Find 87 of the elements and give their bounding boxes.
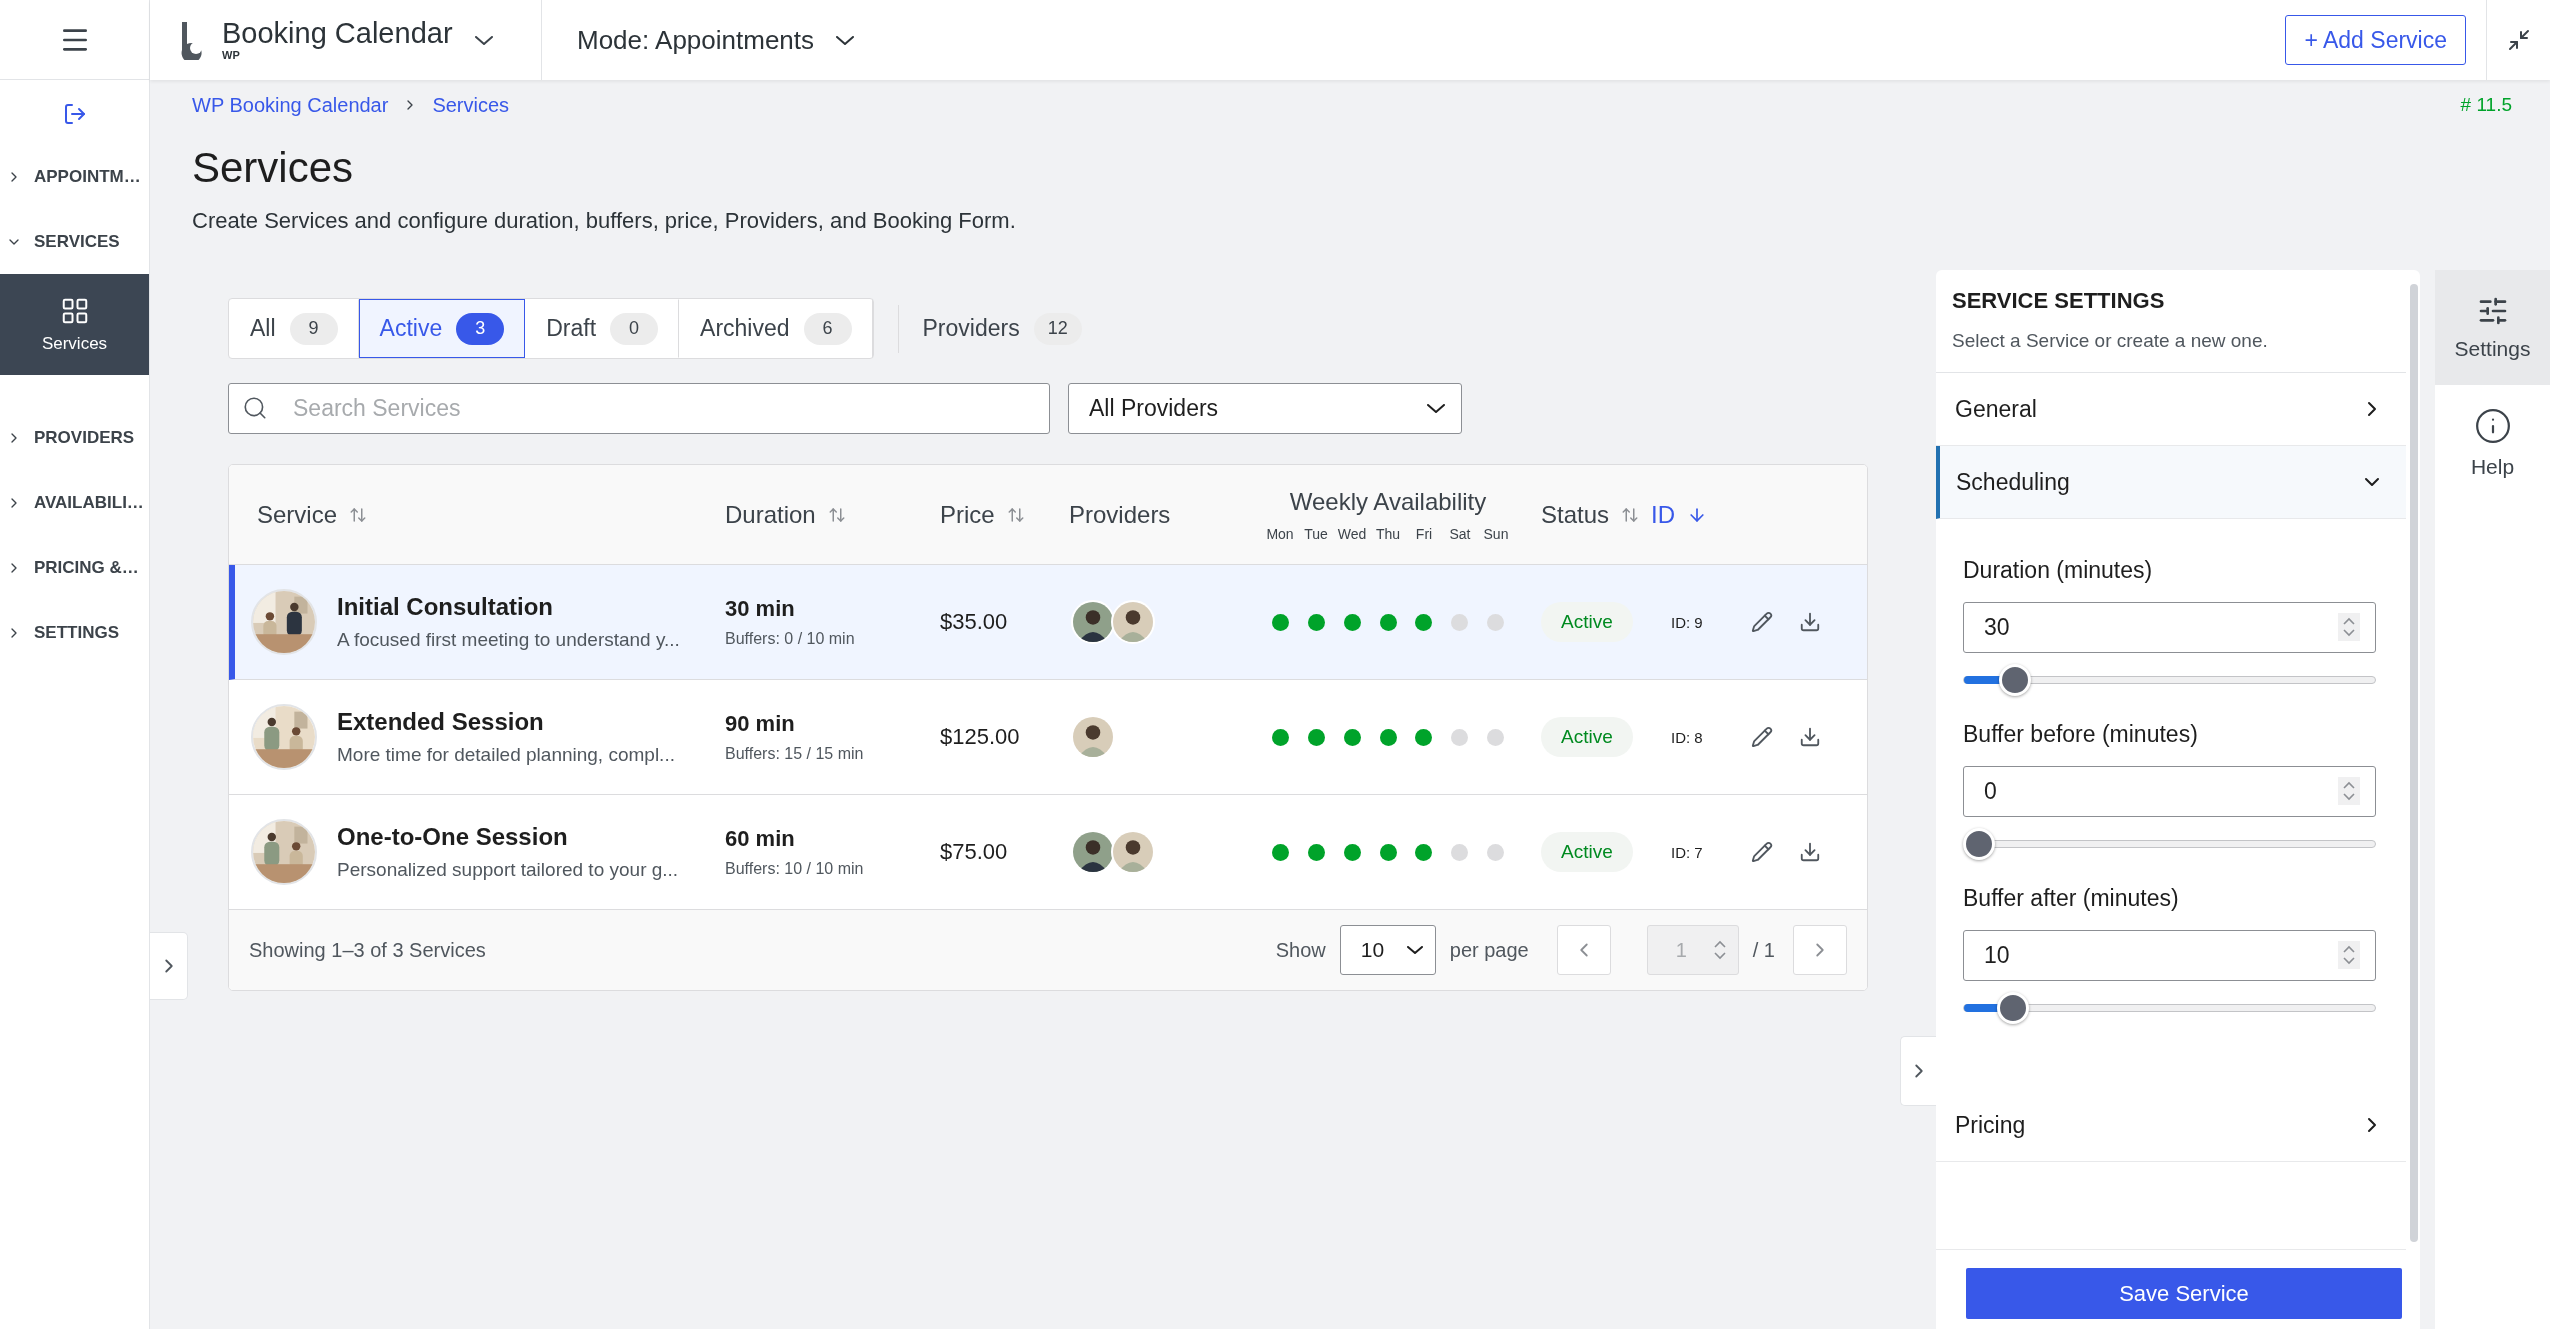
- column-header: Providers: [1069, 500, 1172, 529]
- status-badge: Active: [1541, 832, 1633, 872]
- filter-tab[interactable]: All 9: [229, 299, 359, 358]
- buffers-text: Buffers: 15 / 15 min: [725, 745, 865, 763]
- sidebar-subitem[interactable]: Services: [0, 274, 149, 375]
- sidebar-item-label: AVAILABILI…: [34, 492, 144, 513]
- filter-tab[interactable]: Draft 0: [525, 299, 680, 358]
- service-name: One-to-One Session: [337, 823, 569, 851]
- field-label: Duration (minutes): [1963, 557, 2154, 584]
- page-description: Create Services and configure duration, buffers, price, Providers, and Booking Form.: [192, 208, 1017, 234]
- sidebar-item-label: PROVIDERS: [34, 427, 135, 448]
- status-badge: Active: [1541, 602, 1633, 642]
- service-name: Initial Consultation: [337, 593, 554, 621]
- column-header[interactable]: Price: [940, 500, 1069, 529]
- number-field[interactable]: 10: [1963, 930, 2376, 981]
- app-title: Booking Calendar: [222, 19, 453, 48]
- providers-dropdown[interactable]: All Providers: [1068, 383, 1462, 434]
- filter-tab[interactable]: Archived 6: [679, 299, 873, 358]
- side-tab[interactable]: Settings: [2435, 270, 2550, 385]
- service-description: Personalized support tailored to your g...: [337, 859, 679, 881]
- weekday-label: Sun: [1482, 525, 1510, 542]
- search-field[interactable]: Search Services: [228, 383, 1050, 434]
- app-subtitle: WP: [222, 50, 241, 61]
- per-page-label: per page: [1449, 938, 1529, 962]
- buffers-text: Buffers: 10 / 10 min: [725, 860, 865, 878]
- count-badge: 6: [803, 312, 852, 345]
- id-text: ID: 7: [1671, 843, 1704, 861]
- price-text: $75.00: [940, 839, 1009, 865]
- breadcrumb-link[interactable]: WP Booking Calendar: [192, 93, 389, 117]
- duration-text: 30 min: [725, 596, 796, 622]
- duration-text: 60 min: [725, 826, 796, 852]
- number-field[interactable]: 30: [1963, 602, 2376, 653]
- sidebar-item[interactable]: PROVIDERS: [0, 405, 149, 470]
- version-label: # 11.5: [2460, 94, 2512, 116]
- panel-subtitle: Select a Service or create a new one.: [1952, 330, 2269, 352]
- duration-text: 90 min: [725, 711, 796, 737]
- field-label: Buffer before (minutes): [1963, 721, 2199, 748]
- sidebar-subitem-label: Services: [41, 333, 108, 354]
- sidebar-item-label: APPOINTM…: [34, 166, 141, 187]
- sidebar-item[interactable]: SETTINGS: [0, 600, 149, 665]
- breadcrumb-link[interactable]: Services: [432, 93, 510, 117]
- page-size-dropdown[interactable]: 10: [1339, 925, 1436, 975]
- column-header[interactable]: Service: [257, 500, 725, 529]
- sidebar-item[interactable]: AVAILABILI…: [0, 470, 149, 535]
- service-name: Extended Session: [337, 708, 545, 736]
- providers-link[interactable]: Providers 12: [922, 312, 1082, 345]
- field-label: Buffer after (minutes): [1963, 885, 2180, 912]
- sidebar-item-label: SERVICES: [34, 231, 120, 252]
- weekday-label: Mon: [1265, 525, 1295, 542]
- page-count: / 1: [1752, 938, 1775, 962]
- sidebar-item-label: SETTINGS: [34, 622, 119, 643]
- status-badge: Active: [1541, 717, 1633, 757]
- weekday-label: Wed: [1336, 525, 1368, 542]
- sidebar-item[interactable]: APPOINTM…: [0, 144, 149, 209]
- section-header[interactable]: Scheduling: [1936, 446, 2406, 519]
- results-summary: Showing 1–3 of 3 Services: [249, 938, 486, 962]
- sidebar-item[interactable]: SERVICES: [0, 209, 149, 274]
- weekday-label: Thu: [1374, 525, 1402, 542]
- panel-title: SERVICE SETTINGS: [1952, 288, 2166, 314]
- show-label: Show: [1275, 938, 1326, 962]
- price-text: $35.00: [940, 609, 1009, 635]
- count-badge: 9: [289, 312, 338, 345]
- weekday-label: Sat: [1448, 525, 1472, 542]
- service-description: A focused first meeting to understand y...: [337, 629, 680, 651]
- sidebar-item[interactable]: PRICING &…: [0, 535, 149, 600]
- id-text: ID: 8: [1671, 728, 1704, 746]
- service-description: More time for detailed planning, compl...: [337, 744, 675, 766]
- filter-tab[interactable]: Active 3: [358, 299, 526, 358]
- count-badge: 3: [456, 312, 505, 345]
- add-service-button[interactable]: + Add Service: [2285, 15, 2466, 65]
- save-service-button[interactable]: Save Service: [1966, 1268, 2402, 1319]
- column-header[interactable]: ID: [1651, 500, 1751, 529]
- weekday-label: Tue: [1303, 525, 1329, 542]
- buffers-text: Buffers: 0 / 10 min: [725, 630, 856, 648]
- mode-selector[interactable]: Mode: Appointments: [542, 24, 855, 56]
- column-header[interactable]: Status: [1541, 500, 1651, 529]
- page-title: Services: [192, 144, 355, 192]
- table-row[interactable]: Initial Consultation A focused first meeting to understand y... 30 min Buffers: 0 / 10 min $35.00 Active ID: 9: [229, 565, 1867, 680]
- number-field[interactable]: 0: [1963, 766, 2376, 817]
- column-header: Weekly Availability: [1289, 487, 1487, 516]
- sidebar-item-label: PRICING &…: [34, 557, 139, 578]
- weekday-label: Fri: [1414, 525, 1434, 542]
- column-header[interactable]: Duration: [725, 500, 940, 529]
- count-badge: 0: [610, 312, 659, 345]
- count-badge: 12: [1033, 312, 1082, 345]
- id-text: ID: 9: [1671, 613, 1704, 631]
- price-text: $125.00: [940, 724, 1021, 750]
